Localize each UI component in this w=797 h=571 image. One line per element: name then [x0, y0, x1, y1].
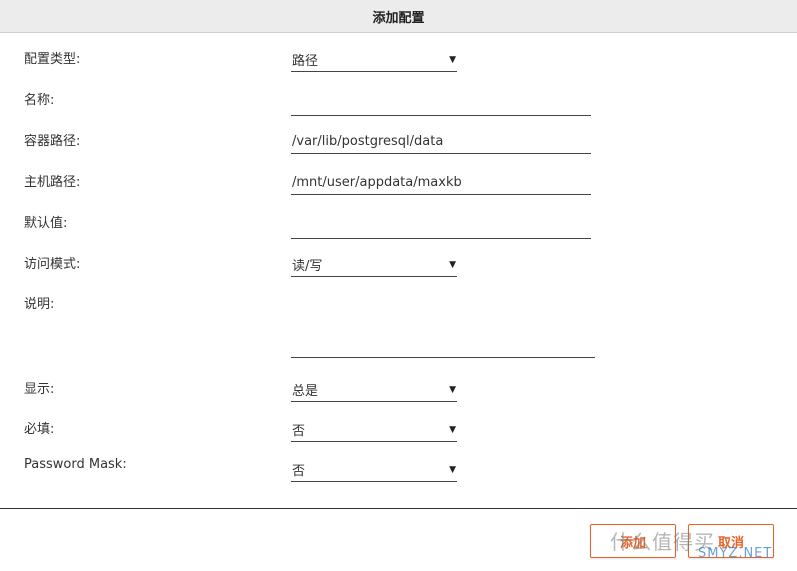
caret-down-icon: ▼: [449, 259, 456, 270]
dialog-title: 添加配置: [0, 0, 797, 33]
required-select[interactable]: 否 ▼: [291, 420, 457, 442]
password-mask-select[interactable]: 否 ▼: [291, 460, 457, 482]
password-mask-label: Password Mask:: [24, 457, 127, 472]
cancel-button[interactable]: 取消: [688, 524, 774, 558]
add-button[interactable]: 添加: [590, 524, 676, 558]
name-input[interactable]: [291, 94, 591, 116]
password-mask-value: 否: [292, 464, 306, 479]
caret-down-icon: ▼: [449, 464, 456, 475]
description-textarea[interactable]: [291, 298, 595, 358]
config-type-select[interactable]: 路径 ▼: [291, 50, 457, 72]
config-type-value: 路径: [292, 54, 319, 69]
config-type-label: 配置类型:: [24, 52, 81, 67]
host-path-label: 主机路径:: [24, 175, 81, 190]
name-label: 名称:: [24, 93, 55, 108]
default-value-label: 默认值:: [24, 216, 68, 231]
display-select[interactable]: 总是 ▼: [291, 380, 457, 402]
access-mode-label: 访问模式:: [24, 257, 81, 272]
default-value-input[interactable]: [291, 217, 591, 239]
required-label: 必填:: [24, 422, 55, 437]
description-label: 说明:: [24, 297, 55, 312]
caret-down-icon: ▼: [449, 384, 456, 395]
required-value: 否: [292, 424, 306, 439]
caret-down-icon: ▼: [449, 424, 456, 435]
host-path-input[interactable]: /mnt/user/appdata/maxkb: [291, 173, 591, 195]
display-value: 总是: [292, 384, 319, 399]
footer-divider: [0, 508, 797, 509]
container-path-input[interactable]: /var/lib/postgresql/data: [291, 132, 591, 154]
access-mode-value: 读/写: [292, 259, 323, 274]
container-path-label: 容器路径:: [24, 134, 81, 149]
caret-down-icon: ▼: [449, 54, 456, 65]
access-mode-select[interactable]: 读/写 ▼: [291, 255, 457, 277]
display-label: 显示:: [24, 382, 55, 397]
